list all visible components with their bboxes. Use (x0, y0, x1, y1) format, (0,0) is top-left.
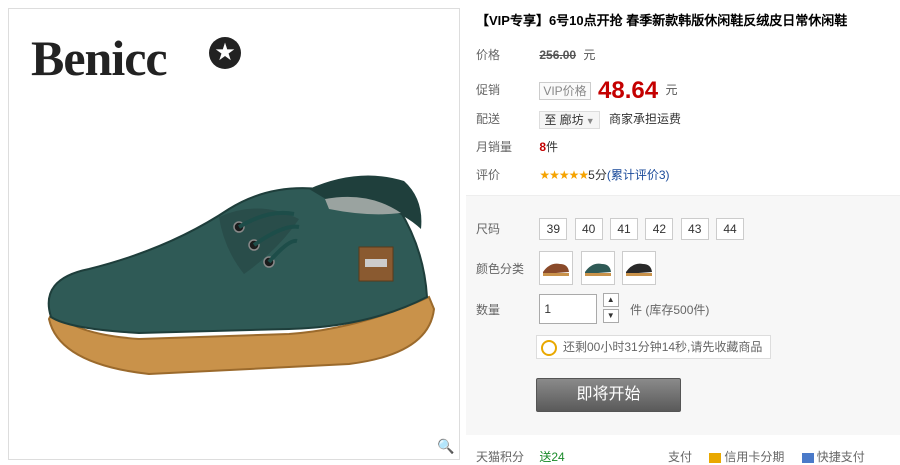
points-value: 送24 (539, 450, 565, 464)
location-text: 至 廊坊 (544, 112, 584, 127)
size-label: 尺码 (476, 222, 501, 236)
rating-stars-icon: ★★★★★ (539, 168, 589, 182)
sku-options: 尺码 39 40 41 42 43 44 颜色分类 数量 1 ▲ ▼ 件 (库存… (466, 195, 900, 435)
quantity-label: 数量 (476, 302, 501, 317)
shoe-image (47, 175, 436, 376)
shipping-note: 商家承担运费 (608, 112, 681, 126)
chevron-down-icon: ▼ (585, 115, 595, 126)
product-title: 【VIP专享】6号10点开抢 春季新款韩版休闲鞋反绒皮日常休闲鞋 (476, 13, 848, 28)
size-option[interactable]: 44 (716, 218, 745, 240)
size-row: 尺码 39 40 41 42 43 44 (476, 218, 748, 240)
promo-row: 促销 VIP价格 48.64 元 (476, 76, 677, 104)
shoe-thumb-brown (543, 263, 570, 276)
quantity-input[interactable]: 1 (539, 294, 598, 324)
brand-star-icon: ★ (209, 37, 241, 69)
decrement-button[interactable]: ▼ (602, 309, 619, 323)
express-pay-icon (801, 452, 814, 463)
stock-info: 件 (库存500件) (630, 302, 710, 317)
size-option[interactable]: 43 (680, 218, 709, 240)
sales-unit: 件 (546, 140, 559, 154)
price-row: 价格 256.00 元 (476, 44, 595, 66)
countdown-notice: 还剩00小时31分钟14秒,请先收藏商品 (536, 335, 772, 359)
color-label: 颜色分类 (476, 261, 525, 276)
sales-row: 月销量 8件 (476, 136, 558, 158)
shoe-thumb-black (626, 263, 653, 276)
color-swatch-green[interactable] (580, 251, 615, 285)
countdown-text: 还剩00小时31分钟14秒,请先收藏商品 (563, 340, 763, 354)
brand-logo: Benicc (31, 30, 168, 86)
color-swatch-brown[interactable] (539, 251, 574, 285)
reviews-link[interactable]: (累计评价3) (607, 168, 670, 182)
quantity-row: 数量 1 ▲ ▼ 件 (库存500件) (476, 293, 709, 325)
coming-soon-button[interactable]: 即将开始 (536, 378, 681, 412)
shoe-thumb-green (584, 263, 611, 276)
express-pay-link[interactable]: 快捷支付 (817, 450, 865, 464)
size-option[interactable]: 39 (539, 218, 568, 240)
location-dropdown[interactable]: 至 廊坊 ▼ (539, 110, 600, 129)
price-label: 价格 (476, 48, 501, 62)
lightbulb-icon (541, 339, 557, 356)
product-info: 【VIP专享】6号10点开抢 春季新款韩版休闲鞋反绒皮日常休闲鞋 价格 256.… (466, 0, 900, 465)
credit-installment-link[interactable]: 信用卡分期 (724, 450, 784, 464)
size-option[interactable]: 41 (610, 218, 639, 240)
promo-label: 促销 (476, 83, 501, 97)
credit-card-icon (709, 452, 722, 463)
price-unit: 元 (583, 48, 596, 62)
color-swatch-black[interactable] (622, 251, 657, 285)
original-price: 256.00 (539, 48, 577, 62)
sales-label: 月销量 (476, 140, 513, 154)
bottom-info: 天猫积分 送24 支付 信用卡分期 快捷支付 (476, 448, 900, 465)
rating-score: 5分 (588, 168, 607, 182)
product-image: Benicc ★ 🔍 (8, 8, 460, 460)
quantity-stepper: ▲ ▼ (602, 293, 619, 325)
color-row: 颜色分类 (476, 251, 660, 285)
countdown-row: 还剩00小时31分钟14秒,请先收藏商品 (536, 335, 772, 359)
pay-label: 支付 (668, 450, 693, 464)
points-label: 天猫积分 (476, 450, 525, 464)
increment-button[interactable]: ▲ (602, 293, 619, 307)
size-option[interactable]: 40 (574, 218, 603, 240)
size-option[interactable]: 42 (645, 218, 674, 240)
rating-label: 评价 (476, 168, 501, 182)
promo-unit: 元 (665, 83, 678, 97)
rating-row: 评价 ★★★★★5分(累计评价3) (476, 164, 670, 186)
magnifier-icon[interactable]: 🔍 (437, 437, 455, 455)
shipping-label: 配送 (476, 112, 501, 126)
promo-price: 48.64 (598, 76, 659, 104)
vip-badge: VIP价格 (539, 81, 591, 100)
shipping-row: 配送 至 廊坊 ▼ 商家承担运费 (476, 108, 681, 130)
